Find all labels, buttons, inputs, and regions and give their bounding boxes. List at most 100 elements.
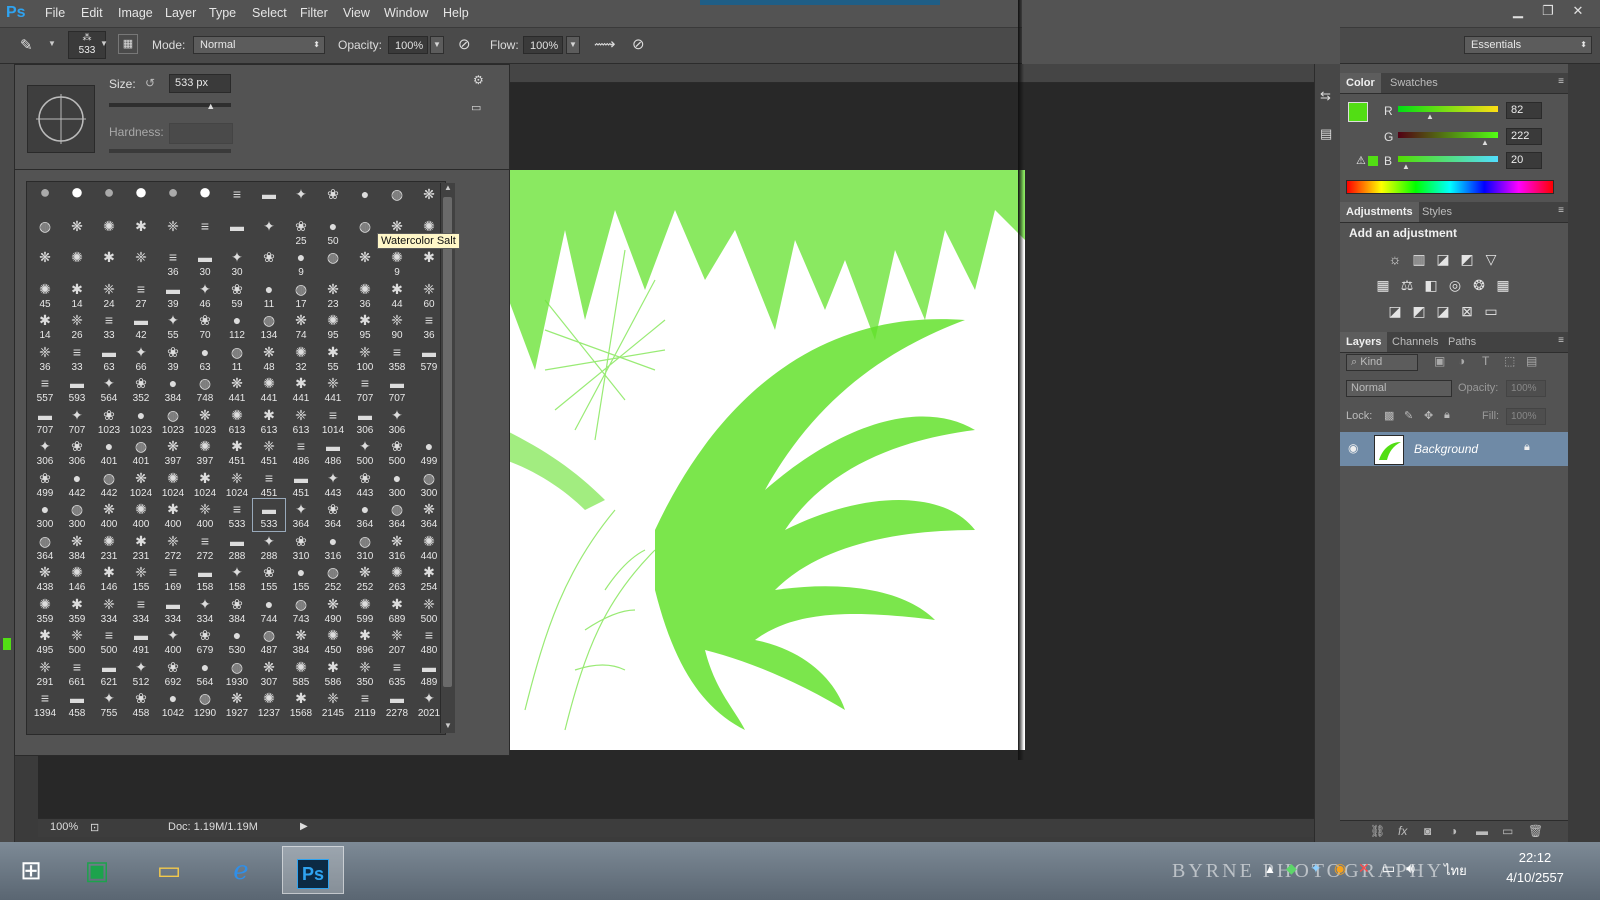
brush-preset[interactable]: ❈ 100 — [349, 342, 381, 374]
green-slider-thumb[interactable]: ▲ — [1481, 138, 1489, 147]
brush-preset[interactable]: ✦ 306 — [381, 405, 413, 437]
panel-menu-icon[interactable]: ≡ — [1558, 205, 1564, 216]
brush-preset[interactable]: ❋ 384 — [285, 625, 317, 657]
brush-preset[interactable]: ▬ — [221, 216, 253, 248]
brush-preset[interactable]: ● — [29, 183, 61, 216]
layer-opacity-input[interactable]: 100% — [1506, 380, 1546, 397]
panel-menu-icon[interactable]: ≡ — [1558, 76, 1564, 87]
brush-preset[interactable]: ✺ 441 — [253, 373, 285, 405]
brush-preset[interactable]: ❋ 74 — [285, 310, 317, 342]
brush-preset[interactable]: ✱ 613 — [253, 405, 285, 437]
tray-avast-icon[interactable]: ◉ — [1334, 860, 1346, 877]
brush-preset[interactable]: ≡ 36 — [157, 247, 189, 279]
new-preset-icon[interactable]: ▭ — [471, 101, 481, 114]
lock-transparency-icon[interactable]: ▩ — [1384, 409, 1394, 422]
brush-preset[interactable]: ✦ 55 — [157, 310, 189, 342]
brush-preset[interactable]: ▬ 42 — [125, 310, 157, 342]
layer-name[interactable]: Background — [1414, 442, 1478, 456]
black-white-icon[interactable]: ◧ — [1422, 276, 1440, 294]
brush-preset[interactable]: ❋ 438 — [29, 562, 61, 594]
brush-preset[interactable]: ❈ 400 — [189, 499, 221, 531]
brush-preset[interactable]: ❈ — [157, 216, 189, 248]
input-language[interactable]: ไทย — [1444, 860, 1467, 881]
invert-icon[interactable]: ◪ — [1386, 302, 1404, 320]
brush-preset[interactable]: ◍ 487 — [253, 625, 285, 657]
brush-preset[interactable]: ◍ 11 — [221, 342, 253, 374]
brush-preset[interactable]: ❀ — [253, 247, 285, 279]
brush-preset[interactable]: ≡ 33 — [93, 310, 125, 342]
brush-preset[interactable]: ● 155 — [285, 562, 317, 594]
red-slider[interactable]: ▲ — [1398, 106, 1498, 121]
brush-preset[interactable]: ✦ 443 — [317, 468, 349, 500]
brush-picker-dropdown-icon[interactable]: ▼ — [100, 39, 108, 48]
brush-preset[interactable]: ❈ 451 — [253, 436, 285, 468]
brush-preset[interactable]: ✱ 14 — [29, 310, 61, 342]
brush-preset[interactable]: ◍ 743 — [285, 594, 317, 626]
brush-preset[interactable]: ❋ 1927 — [221, 688, 253, 720]
brush-preset[interactable]: ◍ 364 — [381, 499, 413, 531]
brush-preset[interactable]: ▬ — [253, 184, 285, 216]
brush-preset[interactable]: ❋ 490 — [317, 594, 349, 626]
trash-icon[interactable]: 🗑︎ — [1528, 824, 1543, 838]
brush-preset[interactable]: ◍ — [317, 247, 349, 279]
brush-preset[interactable]: ❈ 291 — [29, 657, 61, 689]
clock-date[interactable]: 4/10/2557 — [1500, 870, 1570, 885]
brush-preset[interactable]: ❀ 679 — [189, 625, 221, 657]
brush-preset[interactable]: ✦ 334 — [189, 594, 221, 626]
properties-icon[interactable]: ▤ — [1320, 126, 1332, 142]
smart-object-filter-icon[interactable]: ▤ — [1526, 354, 1537, 368]
brush-preset[interactable]: ✦ 400 — [157, 625, 189, 657]
brush-preset[interactable]: ≡ 358 — [381, 342, 413, 374]
brush-preset[interactable]: ✱ 451 — [221, 436, 253, 468]
airbrush-icon[interactable]: ⟿ — [594, 35, 616, 53]
brush-preset[interactable]: ● 9 — [285, 247, 317, 279]
brush-preset[interactable]: ≡ — [189, 216, 221, 248]
brush-preset[interactable]: ❋ 384 — [61, 531, 93, 563]
brush-preset[interactable]: ◍ 401 — [125, 436, 157, 468]
brush-preset[interactable]: ❀ 352 — [125, 373, 157, 405]
brush-preset[interactable]: ▬ 63 — [93, 342, 125, 374]
brush-preset[interactable]: ≡ 27 — [125, 279, 157, 311]
brush-preset[interactable]: ❋ 48 — [253, 342, 285, 374]
brush-preset[interactable]: ▬ 2278 — [381, 688, 413, 720]
brush-preset[interactable]: ◍ 134 — [253, 310, 285, 342]
tray-app-icon[interactable]: ◆ — [1286, 860, 1297, 877]
color-spectrum-bar[interactable] — [1346, 180, 1554, 194]
reset-size-icon[interactable]: ↺ — [145, 76, 155, 90]
brush-preset[interactable]: ◍ 1930 — [221, 657, 253, 689]
menu-type[interactable]: Type — [209, 6, 236, 20]
brush-preset[interactable]: ❈ 500 — [61, 625, 93, 657]
brush-preset[interactable]: ▬ 486 — [317, 436, 349, 468]
brush-preset[interactable]: ❋ 400 — [93, 499, 125, 531]
brush-preset[interactable]: ❀ 39 — [157, 342, 189, 374]
brush-preset[interactable]: ◍ 1290 — [189, 688, 221, 720]
menu-file[interactable]: File — [45, 6, 65, 20]
brush-preset[interactable]: ✱ 1568 — [285, 688, 317, 720]
brush-preset[interactable]: ❀ — [317, 184, 349, 216]
brush-preset[interactable]: ❈ 334 — [93, 594, 125, 626]
brush-preset[interactable]: ≡ 635 — [381, 657, 413, 689]
levels-icon[interactable]: ▥ — [1410, 250, 1428, 268]
brush-preset[interactable]: ✦ 755 — [93, 688, 125, 720]
brush-preset[interactable]: ● 112 — [221, 310, 253, 342]
brush-preset[interactable]: ❀ 500 — [381, 436, 413, 468]
fx-icon[interactable]: fx — [1398, 824, 1407, 838]
brush-preset[interactable]: ✺ 45 — [29, 279, 61, 311]
brush-preset[interactable]: ✺ 9 — [381, 247, 413, 279]
selective-color-icon[interactable]: ⊠ — [1458, 302, 1476, 320]
brush-preset[interactable]: ✱ — [93, 247, 125, 279]
brush-preset[interactable]: ✦ 512 — [125, 657, 157, 689]
brush-preset[interactable]: ✱ 400 — [157, 499, 189, 531]
brush-preset[interactable]: ❋ 441 — [221, 373, 253, 405]
brush-preset[interactable]: ▬ 707 — [29, 405, 61, 437]
exposure-icon[interactable]: ◩ — [1458, 250, 1476, 268]
brush-preset[interactable]: ❈ 350 — [349, 657, 381, 689]
blue-slider[interactable]: ▲ — [1398, 156, 1498, 171]
brush-preset[interactable]: ≡ — [221, 184, 253, 216]
brush-preset[interactable]: ✱ 55 — [317, 342, 349, 374]
brush-preset[interactable]: ❀ 443 — [349, 468, 381, 500]
brush-preset[interactable]: ✺ 231 — [93, 531, 125, 563]
brush-preset[interactable]: ❈ 441 — [317, 373, 349, 405]
brush-preset[interactable]: ❈ 272 — [157, 531, 189, 563]
layer-row[interactable]: ◉ Background 🔒︎ — [1340, 432, 1568, 466]
